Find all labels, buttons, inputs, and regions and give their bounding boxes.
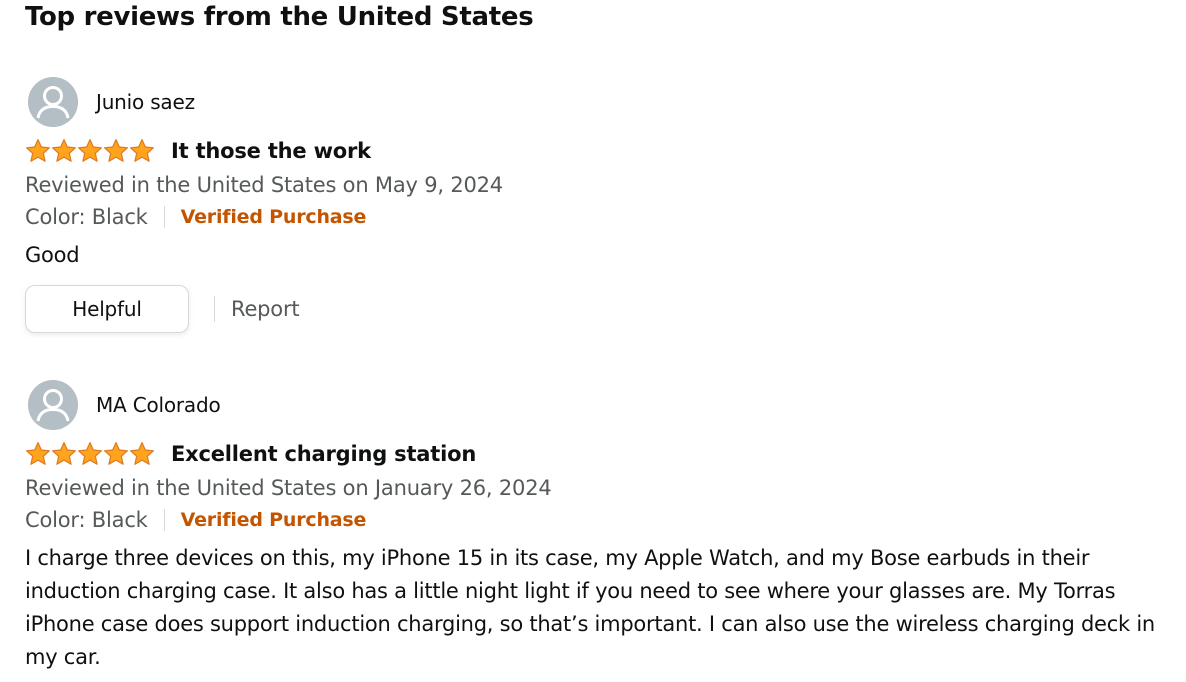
reviews-page: Top reviews from the United States Junio… xyxy=(0,0,1186,682)
divider xyxy=(163,206,165,228)
star-icon xyxy=(52,442,76,465)
report-link[interactable]: Report xyxy=(231,297,300,321)
review-body: Good xyxy=(25,243,80,267)
section-title: Top reviews from the United States xyxy=(25,2,534,32)
divider xyxy=(214,296,215,322)
star-icon xyxy=(130,139,154,162)
review-date: Reviewed in the United States on January… xyxy=(25,476,552,500)
review-title[interactable]: Excellent charging station xyxy=(171,440,476,468)
divider xyxy=(163,509,165,531)
helpful-button[interactable]: Helpful xyxy=(25,285,189,333)
reviewer-name[interactable]: MA Colorado xyxy=(96,392,221,418)
star-rating[interactable] xyxy=(25,440,155,468)
star-icon xyxy=(26,139,50,162)
variant-info[interactable]: Color: Black xyxy=(25,205,148,229)
review-title[interactable]: It those the work xyxy=(171,137,371,165)
variant-info[interactable]: Color: Black xyxy=(25,508,148,532)
review-item: MA Colorado Excellent charging station R… xyxy=(25,379,1165,674)
star-icon xyxy=(78,442,102,465)
reviewer-name[interactable]: Junio saez xyxy=(96,89,195,115)
verified-purchase-badge: Verified Purchase xyxy=(180,509,367,531)
star-icon xyxy=(130,442,154,465)
star-rating[interactable] xyxy=(25,137,155,165)
review-actions: Helpful Report xyxy=(25,285,1165,333)
star-icon xyxy=(26,442,50,465)
verified-purchase-badge: Verified Purchase xyxy=(180,206,367,228)
avatar-icon xyxy=(28,380,78,430)
star-icon xyxy=(104,139,128,162)
star-icon xyxy=(78,139,102,162)
star-icon xyxy=(52,139,76,162)
reviewer-profile[interactable]: MA Colorado xyxy=(25,379,1165,431)
avatar-icon xyxy=(28,77,78,127)
review-body: I charge three devices on this, my iPhon… xyxy=(25,546,1155,669)
star-icon xyxy=(104,442,128,465)
reviewer-profile[interactable]: Junio saez xyxy=(25,76,1165,128)
review-item: Junio saez It those the work Reviewed in… xyxy=(25,76,1165,333)
review-date: Reviewed in the United States on May 9, … xyxy=(25,173,503,197)
